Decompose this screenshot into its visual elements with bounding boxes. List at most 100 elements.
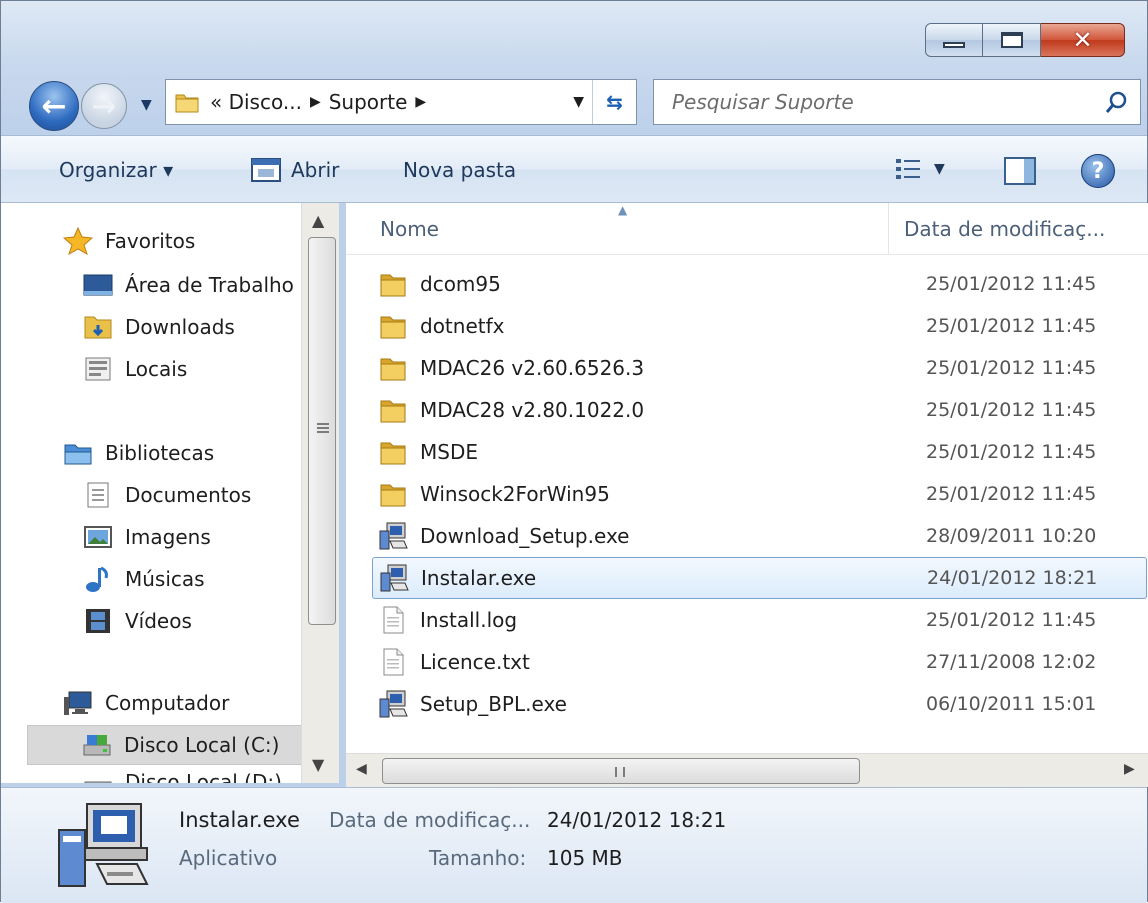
new-folder-button[interactable]: Nova pasta xyxy=(403,158,516,182)
nav-item-label: Computador xyxy=(105,691,230,715)
file-date: 25/01/2012 11:45 xyxy=(926,399,1097,421)
view-dropdown-icon[interactable]: ▼ xyxy=(934,161,945,177)
file-row[interactable]: dcom95 25/01/2012 11:45 xyxy=(372,263,1147,305)
recent-places-icon xyxy=(85,357,111,381)
file-row[interactable]: Setup_BPL.exe 06/10/2011 15:01 xyxy=(372,683,1147,725)
search-input[interactable] xyxy=(672,90,1092,114)
navigation-scrollbar[interactable]: ▲ ▼ xyxy=(301,203,339,783)
detail-date-value: 24/01/2012 18:21 xyxy=(547,808,727,832)
search-box[interactable] xyxy=(653,79,1141,125)
explorer-window: ✕ ← → ▼ « Disco... ▶ Suporte ▶ ▼ ⇆ O xyxy=(0,0,1148,903)
horizontal-scrollbar[interactable]: ◀ ▶ xyxy=(346,753,1148,787)
file-row[interactable]: MSDE 25/01/2012 11:45 xyxy=(372,431,1147,473)
nav-item-label: Disco Local (D:) xyxy=(125,770,282,783)
open-button[interactable]: Abrir xyxy=(251,158,339,182)
libraries-icon xyxy=(64,444,92,465)
nav-item-label: Locais xyxy=(125,357,188,381)
file-row[interactable]: dotnetfx 25/01/2012 11:45 xyxy=(372,305,1147,347)
nav-favorites[interactable]: Favoritos xyxy=(63,221,195,261)
horizontal-scrollbar-thumb[interactable] xyxy=(382,758,860,784)
column-header-row: ▲ Nome Data de modificaç... xyxy=(346,203,1148,255)
downloads-folder-icon xyxy=(84,316,112,339)
scroll-down-icon[interactable]: ▼ xyxy=(312,755,324,774)
nav-downloads[interactable]: Downloads xyxy=(83,307,235,347)
organize-menu-button[interactable]: Organizar ▾ xyxy=(59,158,173,182)
breadcrumb-separator-icon[interactable]: ▶ xyxy=(310,94,321,110)
back-button[interactable]: ← xyxy=(29,81,79,131)
nav-libraries[interactable]: Bibliotecas xyxy=(63,433,214,473)
file-name: Winsock2ForWin95 xyxy=(420,482,610,506)
file-row[interactable]: Install.log 25/01/2012 11:45 xyxy=(372,599,1147,641)
breadcrumb-overflow[interactable]: « Disco... xyxy=(210,90,302,114)
column-header-name[interactable]: Nome xyxy=(380,217,439,241)
nav-recent-places[interactable]: Locais xyxy=(83,349,187,389)
file-name: MDAC26 v2.60.6526.3 xyxy=(420,356,645,380)
breadcrumb-separator-icon[interactable]: ▶ xyxy=(415,94,426,110)
detail-file-type: Aplicativo xyxy=(179,846,278,870)
command-bar: Organizar ▾ Abrir Nova pasta ▼ ? xyxy=(1,135,1147,203)
recent-pages-dropdown-icon[interactable]: ▼ xyxy=(141,97,152,113)
nav-item-label: Músicas xyxy=(125,567,205,591)
close-icon: ✕ xyxy=(1072,26,1093,54)
scroll-grip-icon xyxy=(615,767,625,777)
nav-documents[interactable]: Documentos xyxy=(83,475,251,515)
file-name: Licence.txt xyxy=(420,650,530,674)
folder-icon xyxy=(380,358,406,381)
maximize-button[interactable] xyxy=(983,23,1041,57)
file-name: Install.log xyxy=(420,608,518,632)
refresh-icon: ⇆ xyxy=(606,90,623,114)
search-icon[interactable] xyxy=(1104,89,1130,115)
title-bar: ✕ xyxy=(1,1,1147,71)
folder-icon xyxy=(380,316,406,339)
scroll-grip-icon xyxy=(317,423,329,433)
breadcrumb-current[interactable]: Suporte xyxy=(329,90,408,114)
help-icon[interactable]: ? xyxy=(1081,154,1115,188)
star-icon xyxy=(63,227,93,255)
scroll-left-icon[interactable]: ◀ xyxy=(356,761,367,777)
file-name: dcom95 xyxy=(420,272,501,296)
change-view-button[interactable]: ▼ xyxy=(896,158,945,180)
file-name: Setup_BPL.exe xyxy=(420,692,567,716)
file-row[interactable]: MDAC28 v2.80.1022.0 25/01/2012 11:45 xyxy=(372,389,1147,431)
local-disk-icon xyxy=(84,781,112,783)
nav-local-disk-d[interactable]: Disco Local (D:) xyxy=(83,767,282,783)
file-name: Download_Setup.exe xyxy=(420,524,630,548)
column-header-date[interactable]: Data de modificaç... xyxy=(904,217,1105,241)
folder-icon xyxy=(380,484,406,507)
nav-item-label: Área de Trabalho xyxy=(125,273,294,297)
file-row[interactable]: Winsock2ForWin95 25/01/2012 11:45 xyxy=(372,473,1147,515)
desktop-icon xyxy=(83,274,113,296)
minimize-button[interactable] xyxy=(925,23,983,57)
scroll-up-icon[interactable]: ▲ xyxy=(312,211,324,230)
nav-pictures[interactable]: Imagens xyxy=(83,517,211,557)
address-bar[interactable]: « Disco... ▶ Suporte ▶ ▼ ⇆ xyxy=(165,79,637,125)
forward-arrow-icon: → xyxy=(91,88,117,124)
nav-local-disk-c[interactable]: Disco Local (C:) xyxy=(27,725,303,765)
close-button[interactable]: ✕ xyxy=(1041,23,1125,57)
scrollbar-thumb[interactable] xyxy=(308,237,336,625)
computer-icon xyxy=(64,691,92,715)
file-date: 25/01/2012 11:45 xyxy=(926,609,1097,631)
music-icon xyxy=(86,566,108,592)
details-pane: Instalar.exe Aplicativo Data de modifica… xyxy=(1,787,1147,903)
nav-computer[interactable]: Computador xyxy=(63,683,229,723)
back-arrow-icon: ← xyxy=(41,88,67,124)
navigation-pane: Favoritos Área de Trabalho Downloads Loc… xyxy=(1,203,339,783)
file-name: Instalar.exe xyxy=(421,566,537,590)
preview-pane-icon[interactable] xyxy=(1004,157,1036,185)
nav-music[interactable]: Músicas xyxy=(83,559,205,599)
refresh-button[interactable]: ⇆ xyxy=(592,80,636,124)
column-divider[interactable] xyxy=(888,203,889,255)
detail-size-label: Tamanho: xyxy=(429,846,527,870)
nav-videos[interactable]: Vídeos xyxy=(83,601,192,641)
file-date: 27/11/2008 12:02 xyxy=(926,651,1097,673)
address-dropdown-icon[interactable]: ▼ xyxy=(573,94,584,110)
file-row[interactable]: MDAC26 v2.60.6526.3 25/01/2012 11:45 xyxy=(372,347,1147,389)
file-row[interactable]: Licence.txt 27/11/2008 12:02 xyxy=(372,641,1147,683)
file-row[interactable]: Download_Setup.exe 28/09/2011 10:20 xyxy=(372,515,1147,557)
file-row[interactable]: Instalar.exe 24/01/2012 18:21 xyxy=(372,557,1147,599)
file-date: 28/09/2011 10:20 xyxy=(926,525,1097,547)
nav-desktop[interactable]: Área de Trabalho xyxy=(83,265,294,305)
forward-button[interactable]: → xyxy=(81,83,127,129)
scroll-right-icon[interactable]: ▶ xyxy=(1124,761,1135,777)
